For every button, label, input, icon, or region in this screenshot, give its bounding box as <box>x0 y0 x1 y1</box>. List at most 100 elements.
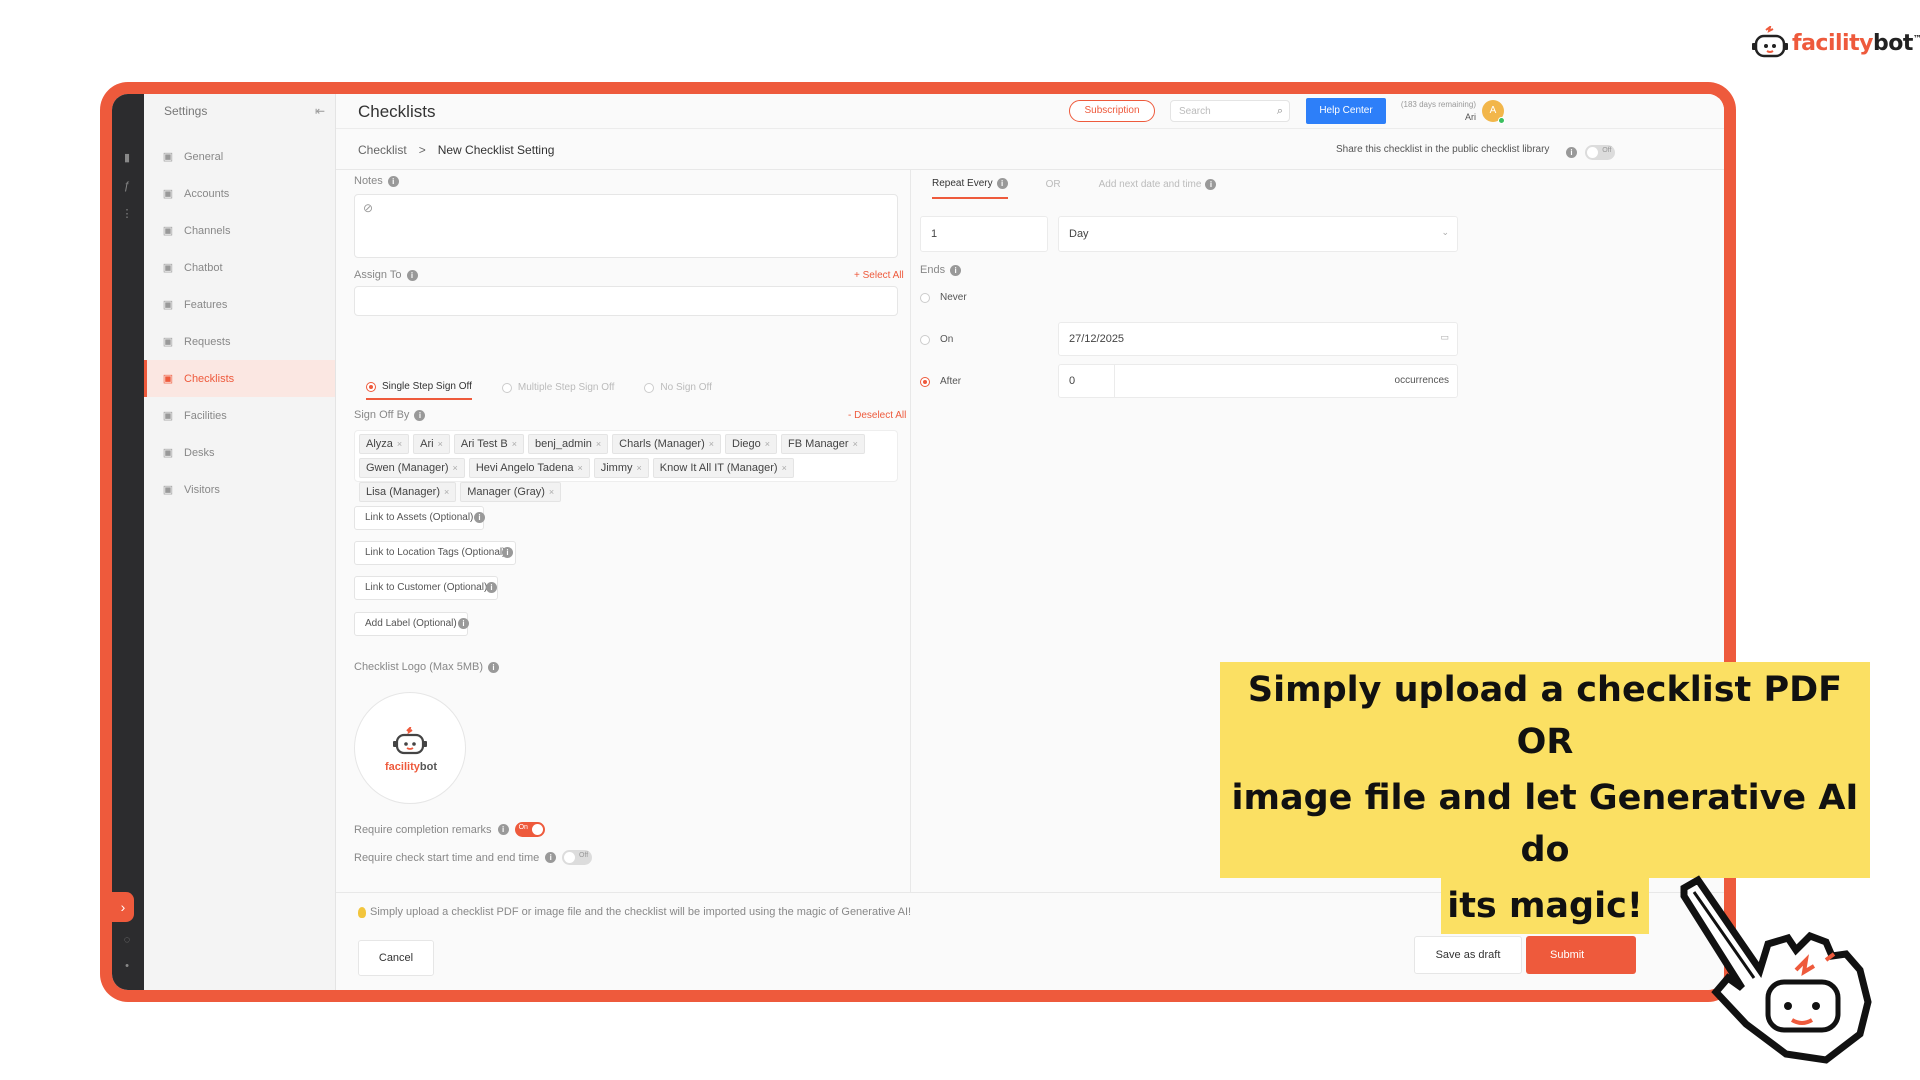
assign-to-label: Assign To i <box>354 269 418 281</box>
sidebar-item-facilities[interactable]: ▣ Facilities <box>144 397 335 434</box>
remove-chip-icon[interactable]: × <box>765 439 770 449</box>
remove-chip-icon[interactable]: × <box>709 439 714 449</box>
remove-chip-icon[interactable]: × <box>596 439 601 449</box>
notes-input[interactable]: ⊘ <box>354 194 898 258</box>
sidebar-item-accounts[interactable]: ▣ Accounts <box>144 175 335 212</box>
settings-sidebar: Settings ⇤ ▣ General ▣ Accounts ▣ Channels ▣ Ch… <box>144 94 336 990</box>
person-chip-label: Charls (Manager) <box>619 438 705 450</box>
pointing-hand-mascot-icon <box>1680 875 1872 1064</box>
radio-button[interactable] <box>501 382 512 393</box>
ends-never-row[interactable]: Never <box>920 292 967 303</box>
signoff-option[interactable]: No Sign Off <box>644 381 712 400</box>
cancel-button[interactable]: Cancel <box>358 940 434 976</box>
page-title: Checklists <box>358 102 436 121</box>
tab-add-next-date[interactable]: Add next date and time i <box>1099 178 1217 199</box>
breadcrumb-separator-icon: > <box>418 143 426 157</box>
sidebar-item-visitors[interactable]: ▣ Visitors <box>144 471 335 508</box>
calendar-icon[interactable]: ▭ <box>1440 332 1449 343</box>
ends-after-row[interactable]: After <box>920 376 961 387</box>
person-chip: benj_admin × <box>528 434 609 454</box>
expand-tab-icon[interactable]: › <box>112 892 134 922</box>
require-time-toggle[interactable]: Off <box>562 850 593 865</box>
breadcrumb-root[interactable]: Checklist <box>358 143 407 157</box>
brand-name: facilitybot™ <box>1792 30 1920 56</box>
remove-chip-icon[interactable]: × <box>397 439 402 449</box>
on-label: On <box>940 334 954 345</box>
radio-button[interactable] <box>644 382 655 393</box>
users-icon: ▣ <box>162 188 174 200</box>
online-status-dot <box>1498 117 1505 124</box>
sidebar-item-requests[interactable]: ▣ Requests <box>144 323 335 360</box>
search-icon[interactable]: ⌕ <box>1277 105 1283 118</box>
link-assets-button[interactable]: Link to Assets (Optional) <box>354 506 485 530</box>
checklist-logo-label: Checklist Logo (Max 5MB) i <box>354 661 499 673</box>
sub-header: Checklist > New Checklist Setting Share … <box>336 128 1724 170</box>
breadcrumb: Checklist > New Checklist Setting <box>358 143 554 157</box>
collapse-icon[interactable]: ⇤ <box>315 104 325 118</box>
assign-to-input[interactable] <box>354 286 898 316</box>
help-center-button[interactable]: Help Center <box>1306 98 1386 124</box>
person-chip: Lisa (Manager) × <box>359 482 457 502</box>
remove-chip-icon[interactable]: × <box>512 439 517 449</box>
end-date-input[interactable]: 27/12/2025 ▭ <box>1058 322 1458 356</box>
remove-chip-icon[interactable]: × <box>438 439 443 449</box>
subscription-button[interactable]: Subscription <box>1069 100 1155 122</box>
signoff-option[interactable]: Single Step Sign Off <box>366 381 472 400</box>
repeat-unit-value: Day <box>1069 228 1089 240</box>
checklist-logo-upload[interactable]: facilitybot <box>354 692 466 804</box>
remove-chip-icon[interactable]: × <box>637 463 642 473</box>
sidebar-item-general[interactable]: ▣ General <box>144 138 335 175</box>
submit-button[interactable]: Submit <box>1526 936 1636 974</box>
search-input[interactable]: Search ⌕ <box>1170 100 1290 122</box>
require-time-row: Require check start time and end time i … <box>354 850 593 865</box>
add-label-button[interactable]: Add Label (Optional) <box>354 612 468 636</box>
sidebar-item-channels[interactable]: ▣ Channels <box>144 212 335 249</box>
signoff-type-options: Single Step Sign Off Multiple Step Sign O… <box>366 381 712 400</box>
attach-link-icon[interactable]: ⊘ <box>363 201 373 215</box>
sidebar-item-chatbot[interactable]: ▣ Chatbot <box>144 249 335 286</box>
sidebar-item-desks[interactable]: ▣ Desks <box>144 434 335 471</box>
save-draft-button[interactable]: Save as draft <box>1414 936 1522 974</box>
radio-after[interactable] <box>920 376 930 387</box>
sign-off-by-select[interactable]: Alyza × Ari × Ari Test B × benj_admin × Charls (… <box>354 430 898 502</box>
remove-chip-icon[interactable]: × <box>782 463 787 473</box>
share-toggle[interactable]: Off <box>1585 145 1616 161</box>
days-remaining: (183 days remaining) Ari <box>1396 100 1476 122</box>
user-name: Ari <box>1465 112 1476 122</box>
require-remarks-toggle[interactable]: On <box>514 822 545 837</box>
radio-button[interactable] <box>366 381 376 392</box>
remove-chip-icon[interactable]: × <box>853 439 858 449</box>
checklist-icon: ▣ <box>162 373 174 385</box>
repeat-unit-select[interactable]: Day ⌄ <box>1058 216 1458 252</box>
request-icon: ▣ <box>162 336 174 348</box>
deselect-all-link[interactable]: - Deselect All <box>848 410 906 421</box>
person-chip-label: FB Manager <box>788 438 849 450</box>
repeat-count-input[interactable]: 1 <box>920 216 1048 252</box>
facilitybot-logo: facilitybot™ <box>1752 26 1920 60</box>
remove-chip-icon[interactable]: × <box>577 463 582 473</box>
radio-never[interactable] <box>920 292 930 303</box>
logo-brand-name: facilitybot <box>385 761 437 773</box>
person-chip-label: benj_admin <box>535 438 592 450</box>
link-location-tags-button[interactable]: Link to Location Tags (Optional) <box>354 541 517 565</box>
sidebar-header: Settings ⇤ <box>144 94 335 128</box>
remove-chip-icon[interactable]: × <box>549 487 554 497</box>
radio-on[interactable] <box>920 334 930 345</box>
remove-chip-icon[interactable]: × <box>453 463 458 473</box>
info-icon: i <box>406 269 418 281</box>
select-all-link[interactable]: + Select All <box>854 270 904 281</box>
toggle-text: On <box>518 824 528 831</box>
toggle-text: Off <box>1602 147 1612 155</box>
signoff-option[interactable]: Multiple Step Sign Off <box>501 381 614 400</box>
tab-or-label: OR <box>1045 179 1061 190</box>
strip-icon-1: ▮ <box>123 152 131 164</box>
sidebar-item-label: Features <box>184 298 228 311</box>
remove-chip-icon[interactable]: × <box>444 487 449 497</box>
occurrences-input[interactable]: 0 occurrences <box>1058 364 1458 398</box>
person-chip: Ari Test B × <box>453 434 525 454</box>
tab-repeat-every[interactable]: Repeat Every i <box>932 178 1008 199</box>
ends-on-row[interactable]: On <box>920 334 953 345</box>
link-customer-button[interactable]: Link to Customer (Optional) <box>354 576 499 600</box>
sidebar-item-features[interactable]: ▣ Features <box>144 286 335 323</box>
sidebar-item-checklists[interactable]: ▣ Checklists <box>144 360 335 397</box>
